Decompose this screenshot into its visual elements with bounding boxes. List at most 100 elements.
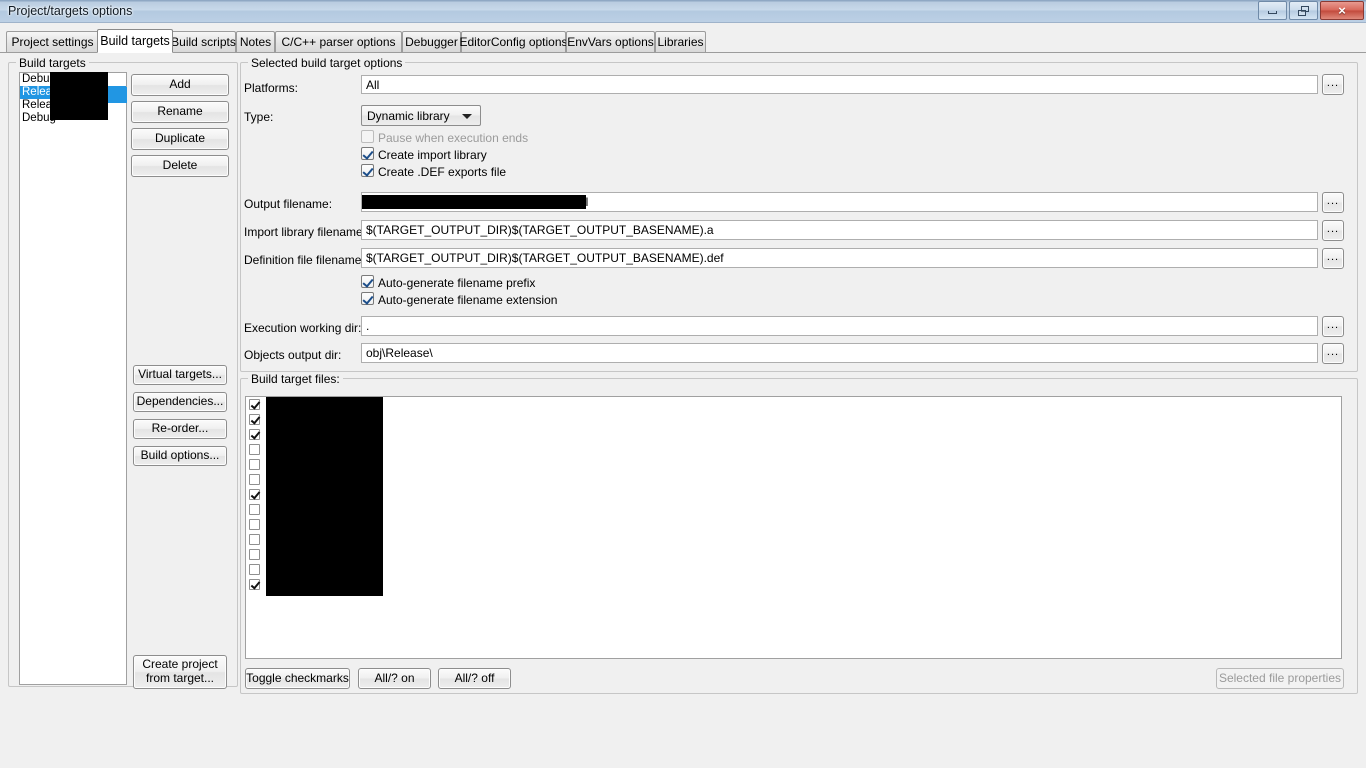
file-row-checkbox[interactable] bbox=[249, 549, 260, 560]
project-targets-options-dialog: Project/targets options × Project settin… bbox=[0, 0, 1366, 768]
tab-cpp-parser-options[interactable]: C/C++ parser options bbox=[275, 31, 402, 52]
redaction-overlay-selected-row bbox=[108, 87, 127, 103]
tab-debugger[interactable]: Debugger bbox=[402, 31, 461, 52]
file-row-checkbox[interactable] bbox=[249, 414, 260, 425]
tab-notes[interactable]: Notes bbox=[236, 31, 275, 52]
redaction-overlay-target-names bbox=[50, 72, 108, 120]
redaction-overlay-output-filename bbox=[362, 195, 586, 209]
file-row[interactable] bbox=[246, 472, 1341, 487]
definition-file-filename-label: Definition file filename: bbox=[244, 253, 365, 267]
file-row-checkbox[interactable] bbox=[249, 534, 260, 545]
execution-working-dir-label: Execution working dir: bbox=[244, 321, 362, 335]
file-row-checkbox[interactable] bbox=[249, 429, 260, 440]
file-row[interactable] bbox=[246, 562, 1341, 577]
build-targets-group-legend: Build targets bbox=[16, 56, 89, 70]
window-title: Project/targets options bbox=[8, 4, 133, 18]
delete-button[interactable]: Delete bbox=[131, 155, 229, 177]
auto-generate-filename-prefix-label: Auto-generate filename prefix bbox=[378, 276, 536, 290]
file-row-checkbox[interactable] bbox=[249, 444, 260, 455]
window-controls: × bbox=[1258, 1, 1364, 20]
file-row[interactable] bbox=[246, 427, 1341, 442]
all-on-button[interactable]: All/? on bbox=[358, 668, 431, 689]
tab-envvars-options[interactable]: EnvVars options bbox=[566, 31, 655, 52]
platforms-browse-button[interactable]: ... bbox=[1322, 74, 1344, 95]
tab-editorconfig-options[interactable]: EditorConfig options bbox=[459, 31, 568, 52]
redaction-overlay-file-names bbox=[266, 397, 383, 596]
definition-file-filename-input[interactable]: $(TARGET_OUTPUT_DIR)$(TARGET_OUTPUT_BASE… bbox=[361, 248, 1318, 268]
auto-generate-filename-extension-label: Auto-generate filename extension bbox=[378, 293, 558, 307]
import-library-filename-browse-button[interactable]: ... bbox=[1322, 220, 1344, 241]
file-row-checkbox[interactable] bbox=[249, 489, 260, 500]
file-row[interactable] bbox=[246, 577, 1341, 592]
file-row[interactable] bbox=[246, 397, 1341, 412]
build-targets-list[interactable]: Debug Release Release Debug bbox=[19, 72, 127, 685]
re-order-button[interactable]: Re-order... bbox=[133, 419, 227, 439]
objects-output-dir-label: Objects output dir: bbox=[244, 348, 342, 362]
tab-underline bbox=[0, 52, 1366, 53]
create-def-exports-file-label: Create .DEF exports file bbox=[378, 165, 507, 179]
type-label: Type: bbox=[244, 110, 274, 124]
import-library-filename-label: Import library filename: bbox=[244, 225, 367, 239]
file-row-checkbox[interactable] bbox=[249, 564, 260, 575]
restore-button[interactable] bbox=[1289, 1, 1318, 20]
close-button[interactable]: × bbox=[1320, 1, 1364, 20]
create-def-exports-file-checkbox[interactable] bbox=[361, 164, 374, 177]
create-import-library-label: Create import library bbox=[378, 148, 487, 162]
file-row[interactable] bbox=[246, 547, 1341, 562]
tab-strip: Project settings Build targets Build scr… bbox=[0, 29, 1366, 53]
pause-when-execution-ends-label: Pause when execution ends bbox=[378, 131, 529, 145]
restore-icon bbox=[1298, 5, 1309, 16]
platforms-label: Platforms: bbox=[244, 81, 299, 95]
type-select-value: Dynamic library bbox=[367, 108, 450, 123]
build-target-files-group-legend: Build target files: bbox=[248, 372, 343, 386]
minimize-button[interactable] bbox=[1258, 1, 1287, 20]
file-row-checkbox[interactable] bbox=[249, 519, 260, 530]
file-row-checkbox[interactable] bbox=[249, 474, 260, 485]
objects-output-dir-browse-button[interactable]: ... bbox=[1322, 343, 1344, 364]
file-row[interactable] bbox=[246, 457, 1341, 472]
chevron-down-icon bbox=[462, 113, 472, 119]
pause-when-execution-ends-checkbox[interactable] bbox=[361, 130, 374, 143]
all-off-button[interactable]: All/? off bbox=[438, 668, 511, 689]
platforms-input[interactable]: All bbox=[361, 75, 1318, 94]
tab-project-settings[interactable]: Project settings bbox=[6, 31, 99, 52]
objects-output-dir-input[interactable]: obj\Release\ bbox=[361, 343, 1318, 363]
file-row[interactable] bbox=[246, 487, 1341, 502]
auto-generate-filename-extension-checkbox[interactable] bbox=[361, 292, 374, 305]
close-icon: × bbox=[1338, 3, 1346, 18]
execution-working-dir-browse-button[interactable]: ... bbox=[1322, 316, 1344, 337]
file-row[interactable] bbox=[246, 532, 1341, 547]
build-options-button[interactable]: Build options... bbox=[133, 446, 227, 466]
tab-libraries[interactable]: Libraries bbox=[655, 31, 706, 52]
execution-working-dir-input[interactable]: . bbox=[361, 316, 1318, 336]
virtual-targets-button[interactable]: Virtual targets... bbox=[133, 365, 227, 385]
toggle-checkmarks-button[interactable]: Toggle checkmarks bbox=[245, 668, 350, 689]
rename-button[interactable]: Rename bbox=[131, 101, 229, 123]
create-project-from-target-button[interactable]: Create project from target... bbox=[133, 655, 227, 689]
file-row[interactable] bbox=[246, 502, 1341, 517]
file-row[interactable] bbox=[246, 442, 1341, 457]
tab-build-scripts[interactable]: Build scripts bbox=[171, 31, 236, 52]
output-filename-browse-button[interactable]: ... bbox=[1322, 192, 1344, 213]
create-import-library-checkbox[interactable] bbox=[361, 147, 374, 160]
build-target-files-list[interactable] bbox=[245, 396, 1342, 659]
tab-build-targets[interactable]: Build targets bbox=[97, 29, 173, 53]
minimize-icon bbox=[1268, 11, 1277, 14]
file-row-checkbox[interactable] bbox=[249, 504, 260, 515]
add-button[interactable]: Add bbox=[131, 74, 229, 96]
selected-file-properties-button[interactable]: Selected file properties bbox=[1216, 668, 1344, 689]
file-row[interactable] bbox=[246, 412, 1341, 427]
file-row-checkbox[interactable] bbox=[249, 399, 260, 410]
window-titlebar: Project/targets options × bbox=[0, 0, 1366, 23]
type-select[interactable]: Dynamic library bbox=[361, 105, 481, 126]
file-row-checkbox[interactable] bbox=[249, 459, 260, 470]
duplicate-button[interactable]: Duplicate bbox=[131, 128, 229, 150]
file-row[interactable] bbox=[246, 517, 1341, 532]
options-group-legend: Selected build target options bbox=[248, 56, 406, 70]
file-row-checkbox[interactable] bbox=[249, 579, 260, 590]
output-filename-label: Output filename: bbox=[244, 197, 333, 211]
import-library-filename-input[interactable]: $(TARGET_OUTPUT_DIR)$(TARGET_OUTPUT_BASE… bbox=[361, 220, 1318, 240]
definition-file-filename-browse-button[interactable]: ... bbox=[1322, 248, 1344, 269]
dependencies-button[interactable]: Dependencies... bbox=[133, 392, 227, 412]
auto-generate-filename-prefix-checkbox[interactable] bbox=[361, 275, 374, 288]
